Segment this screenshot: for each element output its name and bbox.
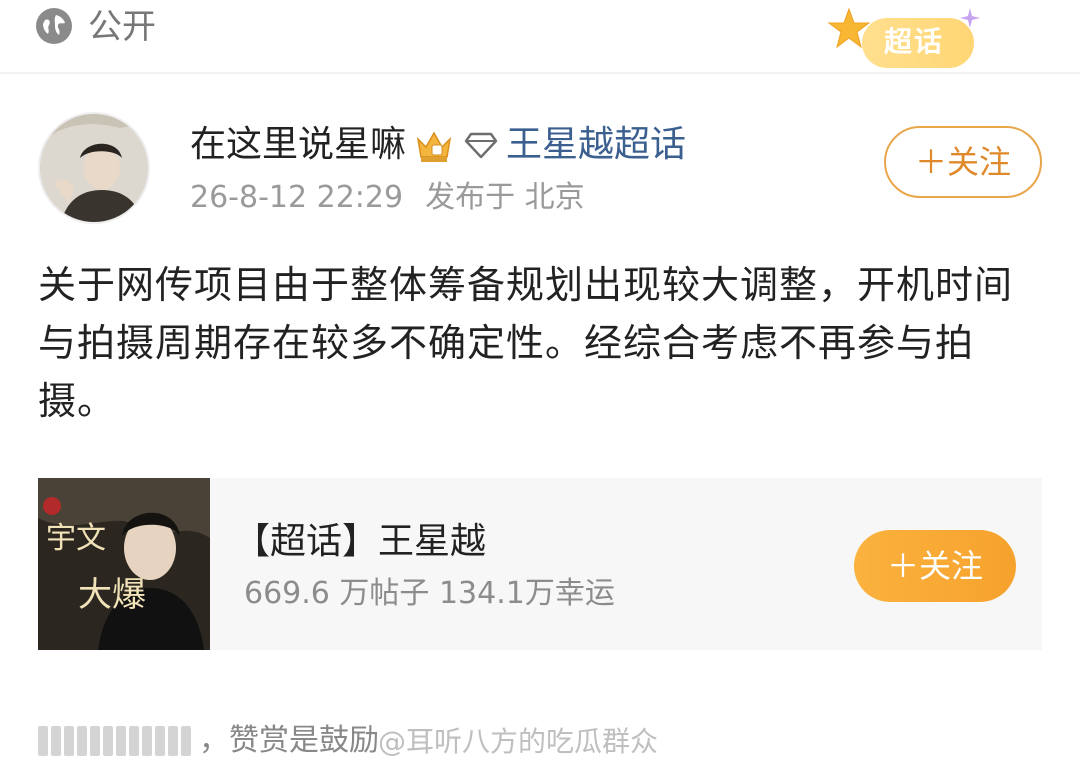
post-body: 关于网传项目由于整体筹备规划出现较大调整，开机时间与拍摄周期存在较多不确定性。经… xyxy=(38,263,1014,423)
reward-row: ，赞赏是鼓励 xyxy=(38,718,379,764)
post-location: 发布于 北京 xyxy=(425,180,585,215)
topic-follow-label: ＋关注 xyxy=(886,547,983,585)
avatar[interactable] xyxy=(38,112,150,224)
author-row: 在这里说星嘛 王星越超话 xyxy=(190,120,686,170)
diamond-icon xyxy=(464,132,498,159)
topic-stats: 669.6 万帖子 134.1万幸运 xyxy=(244,576,615,611)
topic-title[interactable]: 【超话】王星越 xyxy=(234,518,486,566)
post-meta: 26-8-12 22:29 发布于 北京 xyxy=(190,178,585,218)
badge-label: 超话 xyxy=(884,25,945,58)
divider xyxy=(0,72,1080,74)
follow-button-label: ＋关注 xyxy=(914,143,1011,181)
topic-follow-button[interactable]: ＋关注 xyxy=(854,530,1016,602)
globe-icon xyxy=(36,8,72,44)
reward-avatars xyxy=(38,726,191,756)
visibility-bar: 公开 超话 xyxy=(0,0,1080,70)
reward-text: ，赞赏是鼓励 xyxy=(199,723,379,758)
sparkle-icon xyxy=(960,8,980,28)
svg-text:大爆: 大爆 xyxy=(78,575,146,615)
visibility-label[interactable]: 公开 xyxy=(88,6,156,48)
topic-cover-image: 宇文 大爆 xyxy=(38,478,210,650)
super-topic-card[interactable]: 宇文 大爆 【超话】王星越 669.6 万帖子 134.1万幸运 ＋关注 xyxy=(38,478,1042,650)
watermark: @耳听八方的吃瓜群众 xyxy=(378,725,659,758)
post-time: 26-8-12 22:29 xyxy=(190,180,404,215)
crown-icon xyxy=(416,131,452,162)
chaohua-badge[interactable]: 超话 xyxy=(826,6,986,70)
star-icon xyxy=(827,7,871,49)
topic-link[interactable]: 王星越超话 xyxy=(506,121,686,169)
follow-button[interactable]: ＋关注 xyxy=(884,126,1042,198)
svg-text:宇文: 宇文 xyxy=(46,521,106,556)
author-name[interactable]: 在这里说星嘛 xyxy=(190,121,406,169)
